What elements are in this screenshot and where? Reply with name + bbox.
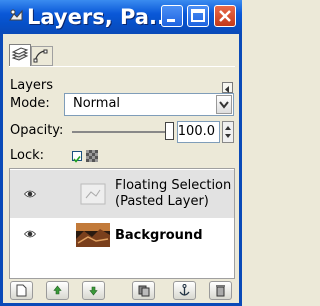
layers-toolbar: [9, 281, 235, 301]
eye-icon[interactable]: [24, 229, 36, 239]
anchor-layer-button[interactable]: [173, 281, 196, 300]
layer-row-background[interactable]: Background: [10, 218, 234, 266]
duplicate-layer-button[interactable]: [132, 281, 155, 300]
gimp-app-icon: [9, 9, 23, 21]
minimize-icon: [167, 19, 175, 22]
opacity-label: Opacity:: [10, 123, 64, 138]
opacity-spinner[interactable]: [222, 121, 234, 143]
background-name: Background: [115, 228, 203, 243]
layers-icon: [11, 47, 29, 61]
paths-icon: [33, 49, 48, 63]
background-thumbnail: [76, 223, 110, 247]
layers-tab[interactable]: [9, 44, 31, 66]
maximize-button[interactable]: [187, 5, 209, 27]
arrow-down-icon: [89, 286, 98, 296]
checkmark-icon: [73, 156, 81, 163]
opacity-input[interactable]: 100.0: [177, 121, 220, 143]
delete-layer-button[interactable]: [209, 281, 232, 300]
window-title: Layers, Pa...: [27, 5, 173, 29]
eye-icon[interactable]: [24, 189, 36, 199]
mode-dropdown-button[interactable]: [216, 95, 232, 114]
trash-icon: [216, 285, 225, 297]
layer-row-floating-selection[interactable]: Floating Selection (Pasted Layer): [10, 170, 234, 218]
panel-title: Layers: [10, 78, 54, 93]
lock-label: Lock:: [10, 148, 45, 163]
chevron-down-icon: [219, 101, 229, 109]
lock-alpha-icon[interactable]: [86, 150, 98, 162]
floating-selection-thumbnail: [80, 183, 106, 205]
mode-label: Mode:: [10, 96, 50, 111]
raise-layer-button[interactable]: [46, 281, 69, 300]
title-bar[interactable]: Layers, Pa...: [0, 0, 242, 34]
anchor-icon: [179, 284, 190, 296]
minimize-button[interactable]: [161, 5, 183, 27]
tab-divider: [9, 66, 235, 67]
mode-dropdown[interactable]: Normal: [64, 93, 234, 116]
lower-layer-button[interactable]: [82, 281, 105, 300]
duplicate-icon: [138, 285, 150, 297]
floating-selection-name-line1: Floating Selection: [115, 178, 232, 193]
mode-value: Normal: [73, 96, 121, 111]
new-layer-icon: [16, 284, 27, 297]
arrow-up-icon: [53, 285, 62, 295]
new-layer-button[interactable]: [10, 281, 33, 300]
lock-pixels-checkbox[interactable]: [72, 151, 82, 163]
opacity-slider-handle[interactable]: [165, 122, 174, 140]
layers-list[interactable]: Floating Selection (Pasted Layer) Backgr…: [9, 168, 235, 279]
paths-tab[interactable]: [31, 46, 53, 66]
spin-arrows-icon: [225, 126, 231, 138]
floating-selection-name-line2: (Pasted Layer): [115, 194, 209, 209]
opacity-slider-track[interactable]: [72, 131, 168, 133]
close-icon: [219, 10, 231, 22]
panel-menu-button[interactable]: [222, 82, 233, 93]
close-button[interactable]: [214, 5, 236, 27]
opacity-value: 100.0: [177, 124, 215, 139]
maximize-icon: [191, 9, 205, 22]
